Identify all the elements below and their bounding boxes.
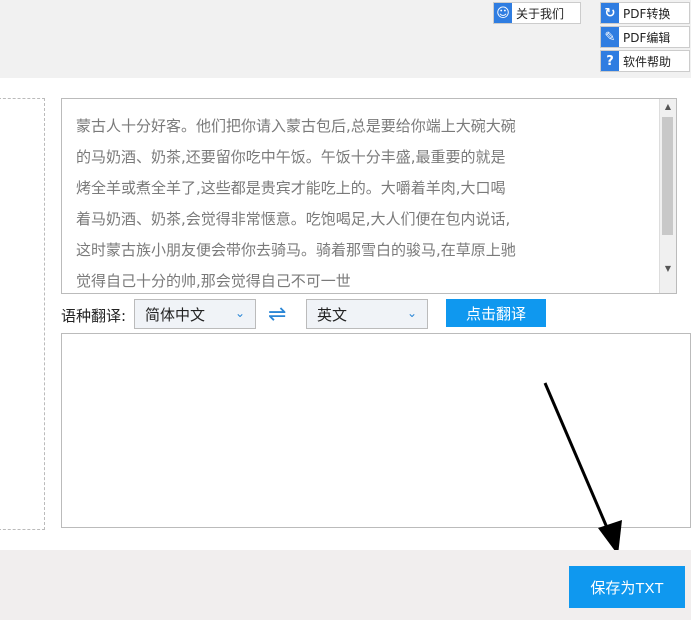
chevron-down-icon: ⌄ [406,306,417,320]
save-txt-button[interactable]: 保存为TXT [569,566,685,608]
target-language-select[interactable]: 英文 ⌄ [306,299,428,329]
scrollbar[interactable]: ▲ ▼ [659,99,676,293]
arrow-annotation [543,382,622,555]
target-language-value: 英文 [317,305,348,324]
pdf-convert-button[interactable]: ↻ PDF转换 [600,2,690,24]
source-text-area[interactable]: 蒙古人十分好客。他们把你请入蒙古包后,总是要给你端上大碗大碗 的马奶酒、奶茶,还… [61,98,677,294]
source-text: 蒙古人十分好客。他们把你请入蒙古包后,总是要给你端上大碗大碗 的马奶酒、奶茶,还… [76,117,516,290]
translate-button[interactable]: 点击翻译 [446,299,546,327]
refresh-icon: ↻ [601,3,619,23]
scroll-down-icon[interactable]: ▼ [660,264,676,273]
question-icon: ? [601,51,619,71]
top-bar [0,0,691,78]
source-language-select[interactable]: 简体中文 ⌄ [134,299,256,329]
user-icon: ☺ [494,3,512,23]
help-label: 软件帮助 [623,54,672,69]
language-label: 语种翻译: [61,307,127,325]
left-panel [0,98,45,530]
pdf-edit-label: PDF编辑 [623,30,671,45]
chevron-down-icon: ⌄ [234,306,245,320]
scroll-thumb[interactable] [662,117,673,235]
scroll-up-icon[interactable]: ▲ [660,102,676,111]
pdf-edit-button[interactable]: ✎ PDF编辑 [600,26,690,48]
about-label: 关于我们 [516,6,565,21]
help-button[interactable]: ? 软件帮助 [600,50,690,72]
pdf-convert-label: PDF转换 [623,6,671,21]
pencil-icon: ✎ [601,27,619,47]
about-us-button[interactable]: ☺ 关于我们 [493,2,581,24]
source-language-value: 简体中文 [145,305,206,324]
swap-icon[interactable]: ⇌ [268,302,286,327]
